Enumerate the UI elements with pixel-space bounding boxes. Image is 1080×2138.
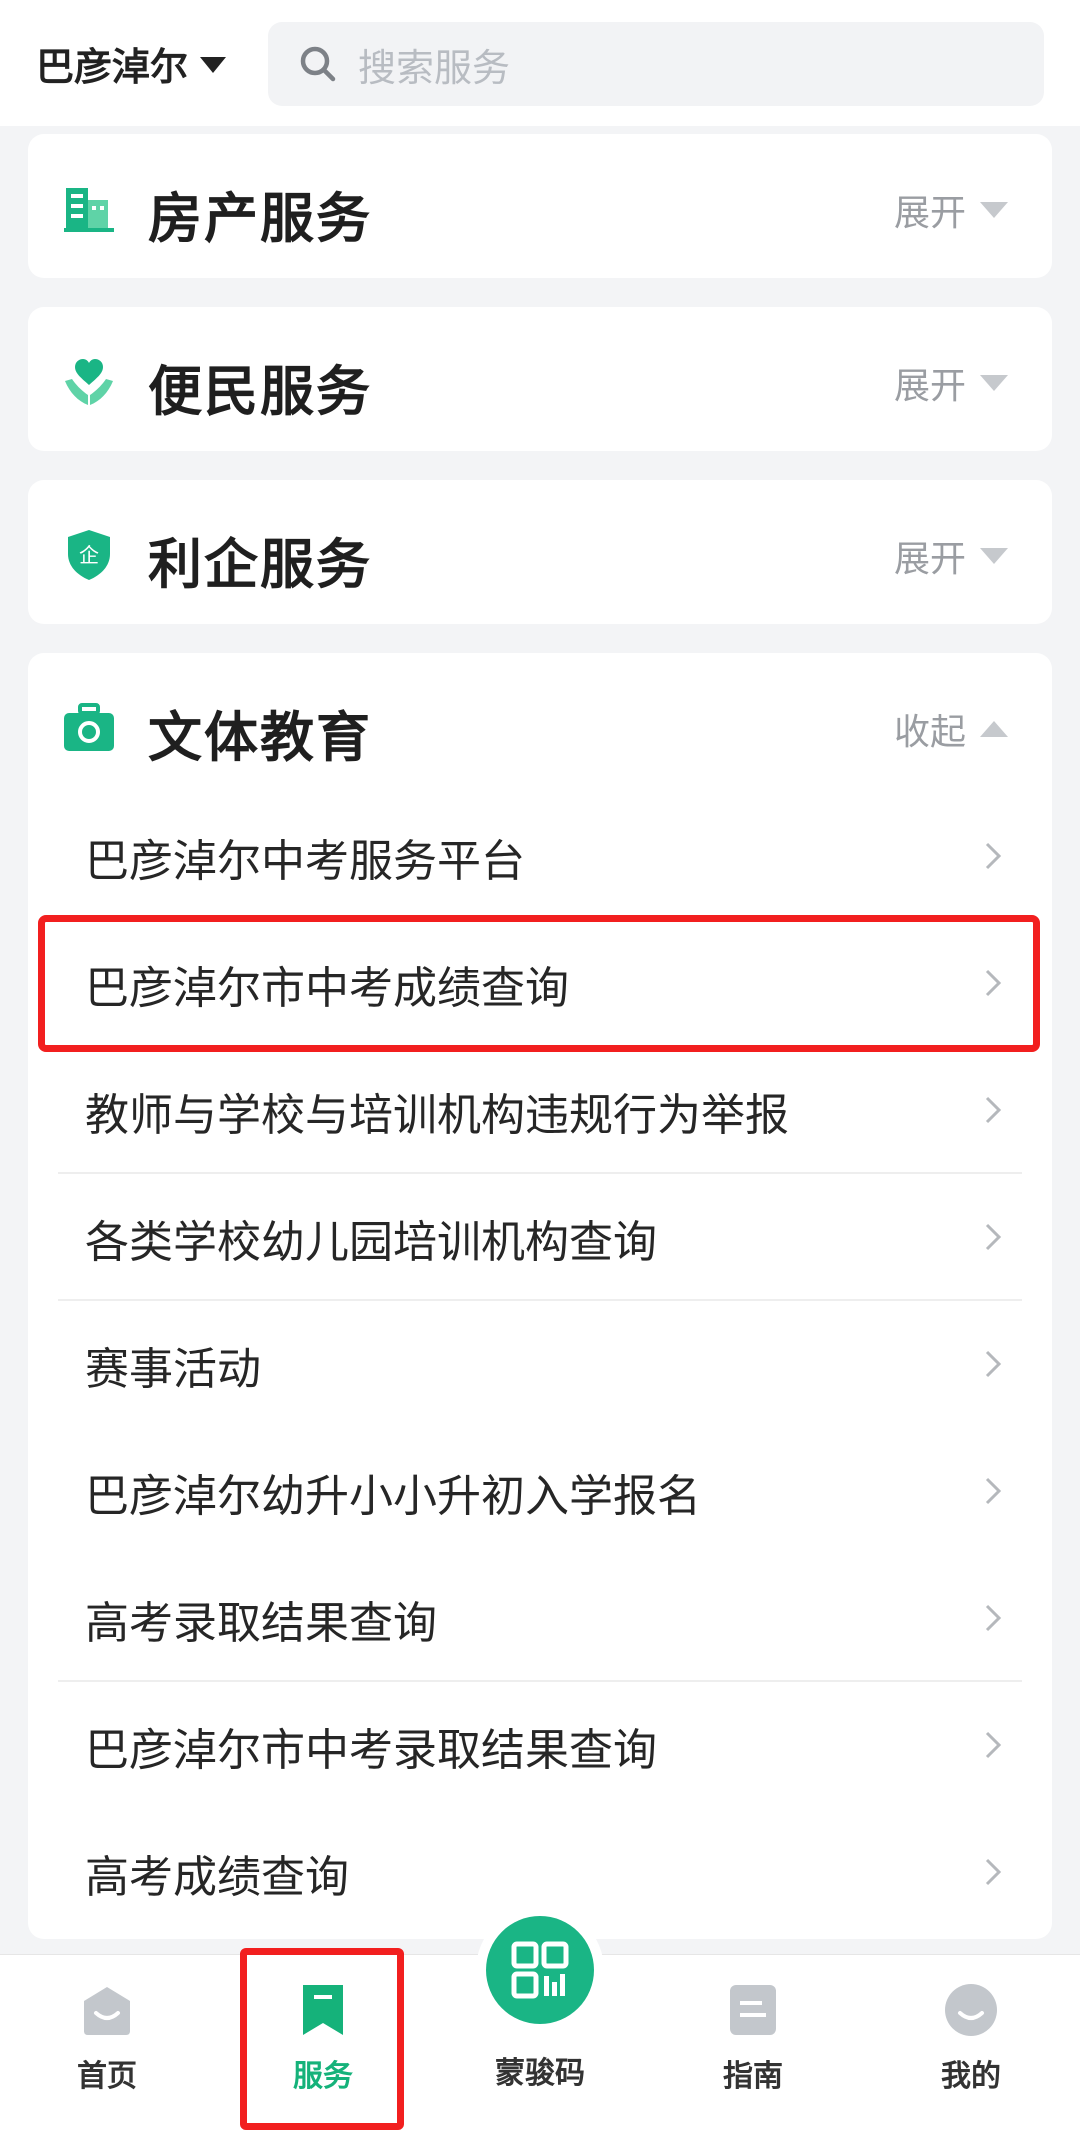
nav-label: 首页 xyxy=(77,2059,137,2094)
building-icon xyxy=(64,188,114,232)
list-item[interactable]: 赛事活动 xyxy=(28,1301,1052,1428)
toggle-label: 展开 xyxy=(893,193,966,234)
list-item[interactable]: 巴彦淖尔市中考录取结果查询 xyxy=(28,1682,1052,1809)
category-card-enterprise[interactable]: 企 利企服务 展开 xyxy=(28,480,1052,624)
triangle-down-icon xyxy=(980,375,1008,391)
profile-face-icon xyxy=(945,1984,997,2036)
list-item[interactable]: 巴彦淖尔中考服务平台 xyxy=(28,793,1052,920)
shield-enterprise-icon: 企 xyxy=(68,530,110,580)
home-icon xyxy=(84,1987,130,2035)
chevron-right-icon xyxy=(985,1350,1002,1378)
category-header[interactable]: 企 利企服务 展开 xyxy=(28,480,1052,624)
nav-label: 指南 xyxy=(723,2059,783,2094)
chevron-right-icon xyxy=(985,1223,1002,1251)
list-item-label: 高考录取结果查询 xyxy=(85,1597,437,1649)
chevron-right-icon xyxy=(985,1477,1002,1505)
triangle-up-icon xyxy=(980,721,1008,737)
bookmark-icon xyxy=(303,1985,343,2035)
chevron-right-icon xyxy=(985,969,1002,997)
toggle-label: 展开 xyxy=(893,366,966,407)
category-header[interactable]: 便民服务 展开 xyxy=(28,307,1052,451)
nav-mine[interactable]: 我的 xyxy=(886,1955,1056,2138)
nav-label: 服务 xyxy=(293,2059,353,2094)
city-selector[interactable]: 巴彦淖尔 xyxy=(36,36,227,91)
category-card-public[interactable]: 便民服务 展开 xyxy=(28,307,1052,451)
nav-home[interactable]: 首页 xyxy=(22,1955,192,2138)
toggle-label: 展开 xyxy=(893,539,966,580)
list-item-label: 巴彦淖尔市中考录取结果查询 xyxy=(85,1724,657,1776)
category-title: 利企服务 xyxy=(148,533,372,596)
expand-toggle[interactable]: 展开 xyxy=(894,530,1008,582)
list-item[interactable]: 教师与学校与培训机构违规行为举报 xyxy=(28,1047,1052,1174)
list-item-label: 教师与学校与培训机构违规行为举报 xyxy=(85,1089,789,1141)
chevron-right-icon xyxy=(985,842,1002,870)
qr-code-button[interactable] xyxy=(476,1906,604,2034)
category-card-housing[interactable]: 房产服务 展开 xyxy=(28,134,1052,278)
chevron-right-icon xyxy=(985,1731,1002,1759)
list-item-label: 巴彦淖尔市中考成绩查询 xyxy=(85,962,569,1014)
expand-toggle[interactable]: 展开 xyxy=(894,357,1008,409)
education-list: 巴彦淖尔中考服务平台 巴彦淖尔市中考成绩查询 教师与学校与培训机构违规行为举报 … xyxy=(28,793,1052,1936)
briefcase-icon xyxy=(64,703,114,751)
heart-hand-icon xyxy=(65,359,113,405)
chevron-right-icon xyxy=(985,1096,1002,1124)
category-title: 房产服务 xyxy=(148,187,372,250)
search-icon xyxy=(300,46,336,82)
city-label: 巴彦淖尔 xyxy=(36,44,189,89)
list-item[interactable]: 高考录取结果查询 xyxy=(28,1555,1052,1682)
category-header[interactable]: 房产服务 展开 xyxy=(28,134,1052,278)
nav-label: 我的 xyxy=(941,2059,1001,2094)
expand-toggle[interactable]: 展开 xyxy=(894,184,1008,236)
chevron-right-icon xyxy=(985,1858,1002,1886)
search-placeholder: 搜索服务 xyxy=(358,45,511,90)
svg-text:企: 企 xyxy=(79,543,99,567)
qr-button-circle[interactable] xyxy=(486,1916,594,2024)
triangle-down-icon xyxy=(980,548,1008,564)
collapse-toggle[interactable]: 收起 xyxy=(894,703,1008,755)
list-item[interactable]: 巴彦淖尔市中考成绩查询 xyxy=(28,920,1052,1047)
qr-code-icon xyxy=(511,1941,569,1999)
list-item-label: 巴彦淖尔幼升小小升初入学报名 xyxy=(85,1470,701,1522)
category-header[interactable]: 文体教育 收起 xyxy=(28,653,1052,797)
chevron-right-icon xyxy=(985,1604,1002,1632)
app-root: 巴彦淖尔 搜索服务 房产服务 展开 便民服务 展开 企 利企服务 展开 文体教育… xyxy=(0,0,1080,2138)
category-title: 文体教育 xyxy=(148,706,372,769)
nav-guide[interactable]: 指南 xyxy=(668,1955,838,2138)
search-bar[interactable]: 搜索服务 xyxy=(268,22,1044,106)
top-header: 巴彦淖尔 搜索服务 xyxy=(0,0,1080,126)
list-item[interactable]: 巴彦淖尔幼升小小升初入学报名 xyxy=(28,1428,1052,1555)
list-item[interactable]: 各类学校幼儿园培训机构查询 xyxy=(28,1174,1052,1301)
guide-icon xyxy=(730,1985,776,2035)
triangle-down-icon xyxy=(980,202,1008,218)
category-card-education[interactable]: 文体教育 收起 巴彦淖尔中考服务平台 巴彦淖尔市中考成绩查询 教师与学校与培训机… xyxy=(28,653,1052,1939)
qr-label: 蒙骏码 xyxy=(495,2056,585,2091)
list-item-label: 赛事活动 xyxy=(85,1343,261,1395)
list-item-label: 巴彦淖尔中考服务平台 xyxy=(85,835,525,887)
nav-services[interactable]: 服务 xyxy=(238,1955,408,2138)
category-title: 便民服务 xyxy=(148,360,372,423)
caret-down-icon xyxy=(200,57,227,73)
list-item-label: 各类学校幼儿园培训机构查询 xyxy=(85,1216,657,1268)
toggle-label: 收起 xyxy=(893,712,966,753)
list-item-label: 高考成绩查询 xyxy=(85,1851,349,1903)
